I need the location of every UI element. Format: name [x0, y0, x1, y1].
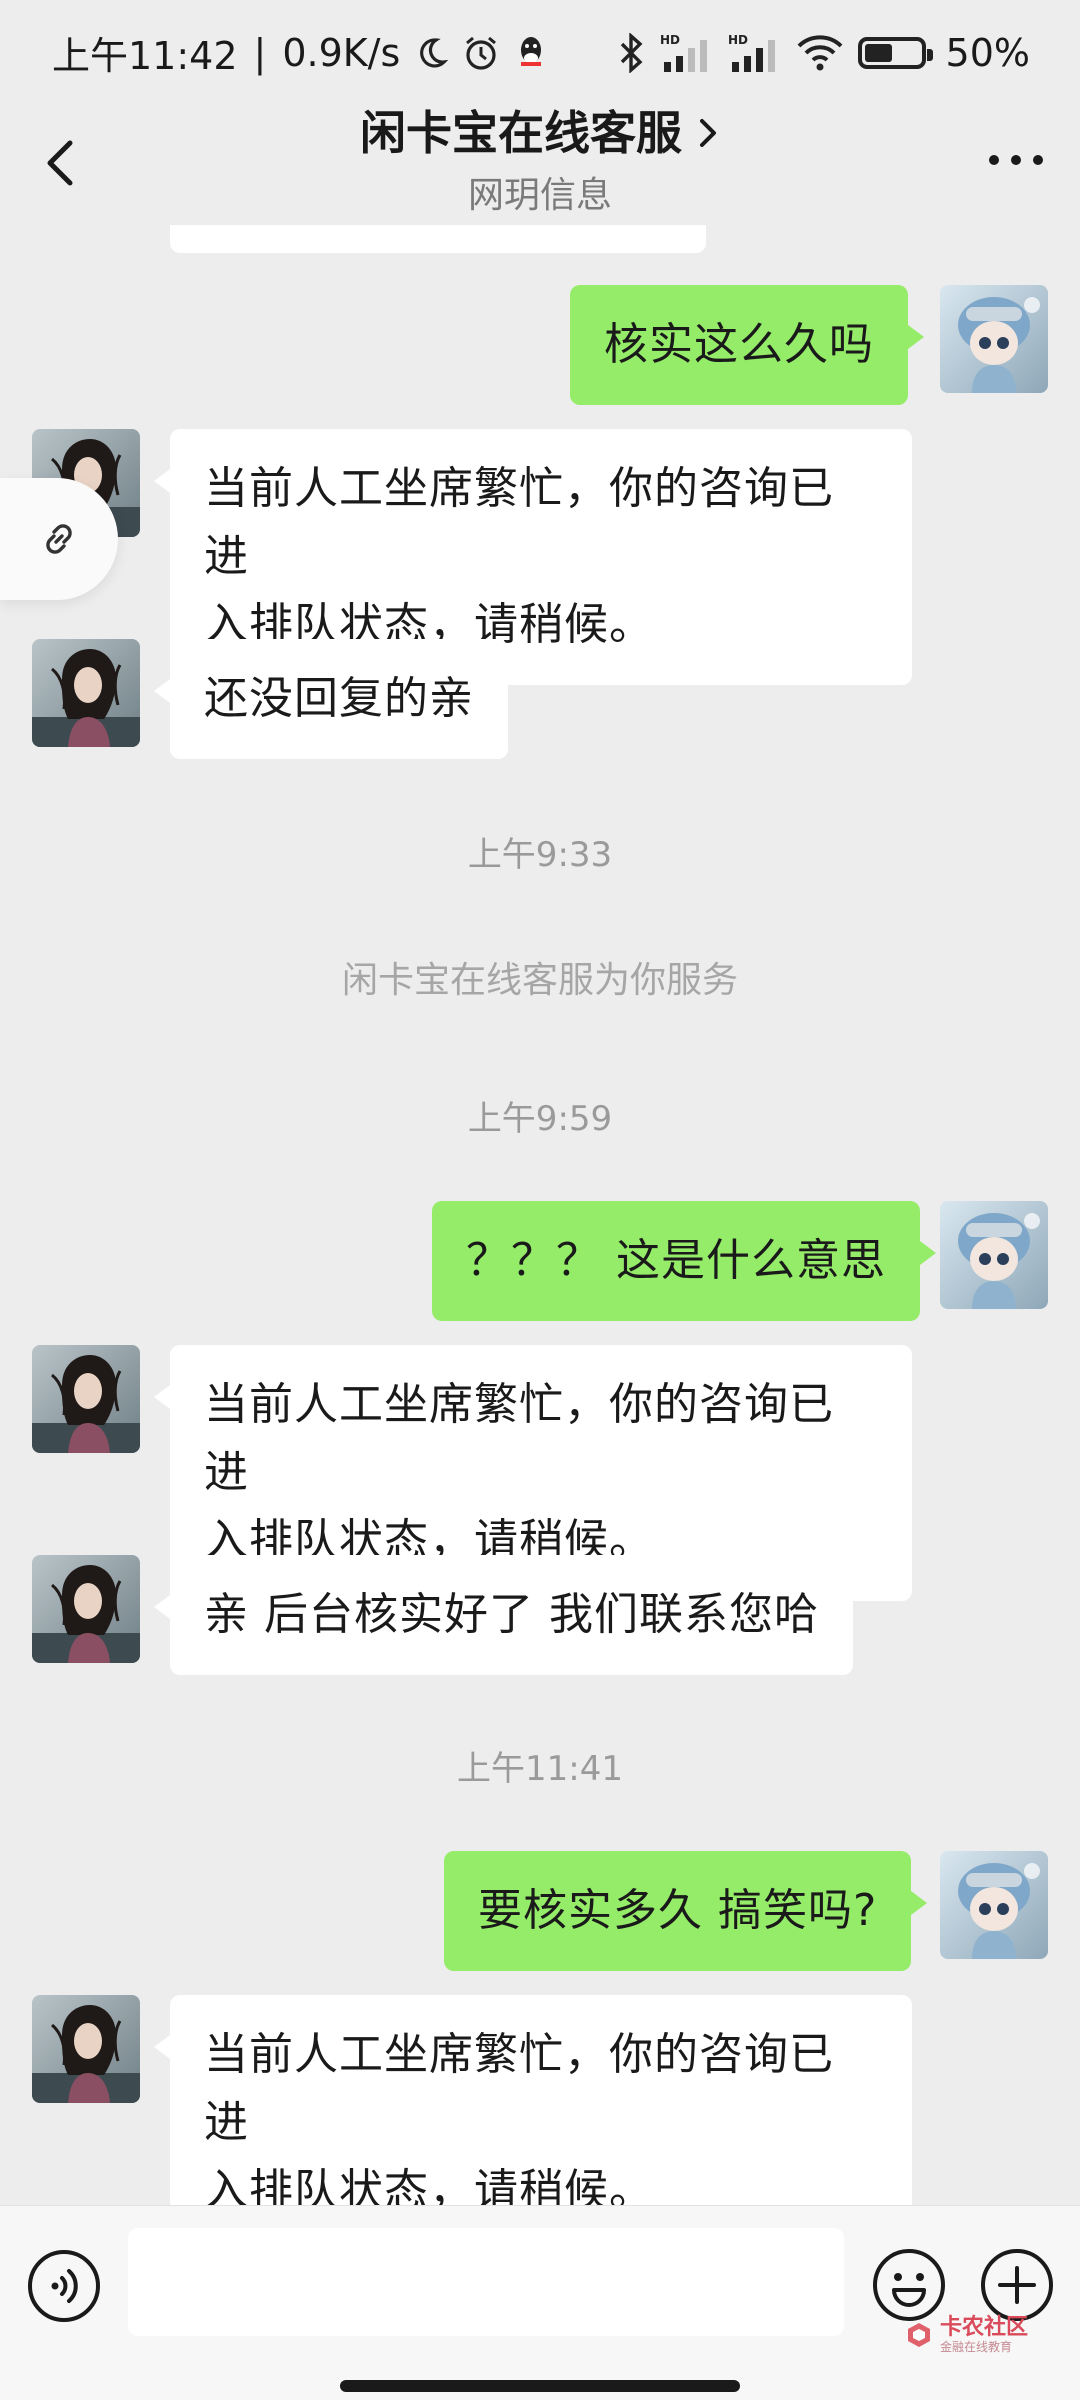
message-bubble-incoming[interactable]: 亲 后台核实好了 我们联系您哈 — [154, 1555, 853, 1675]
chevron-right-icon — [700, 119, 716, 147]
previous-message-bubble — [170, 225, 706, 253]
plus-icon — [981, 2249, 1053, 2321]
message-bubble-outgoing[interactable]: 核实这么久吗 — [570, 285, 924, 405]
message-text: 还没回复的亲 — [204, 673, 474, 724]
chat-subtitle: 网玥信息 — [467, 175, 612, 216]
more-dots-icon — [989, 155, 1043, 165]
chat-header: 闲卡宝在线客服 网玥信息 — [0, 105, 1080, 225]
link-icon — [46, 524, 72, 554]
watermark: 卡农社区 金融在线教育 — [904, 2316, 1028, 2354]
message-timestamp: 上午9:33 — [467, 835, 613, 875]
message-text: ？？？ 这是什么意思 — [466, 1235, 886, 1286]
moon-icon — [414, 36, 449, 70]
watermark-text: 卡农社区 金融在线教育 — [940, 2315, 1029, 2355]
status-left: 上午11:42 | 0.9K/s — [52, 25, 548, 80]
qq-icon — [514, 34, 548, 72]
status-time: 上午11:42 — [52, 34, 238, 78]
home-indicator[interactable] — [340, 2380, 740, 2392]
emoji-icon — [873, 2249, 945, 2321]
status-divider: | — [253, 30, 267, 75]
message-text-line: 当前人工坐席繁忙，你的咨询已进 — [204, 1379, 834, 1498]
message-bubble-outgoing[interactable]: 要核实多久 搞笑吗? — [444, 1851, 928, 1971]
avatar[interactable] — [32, 639, 140, 747]
voice-button[interactable] — [26, 2248, 102, 2324]
message-timestamp: 上午11:41 — [457, 1749, 623, 1789]
signal-hd-icon: HD — [660, 32, 714, 74]
chat-area[interactable]: 核实这么久吗 当前人工坐席繁忙，你的咨询已进 入排队状态，请稍候。 还没回复的亲… — [0, 225, 1080, 2205]
watermark-logo-icon — [908, 2323, 930, 2347]
avatar[interactable] — [32, 1555, 140, 1663]
message-bubble-incoming[interactable]: 当前人工坐席繁忙，你的咨询已进 入排队状态，请稍候。 — [154, 1995, 912, 2205]
message-text: 亲 后台核实好了 我们联系您哈 — [204, 1589, 819, 1640]
message-text-line: 当前人工坐席繁忙，你的咨询已进 — [204, 463, 834, 582]
avatar[interactable] — [940, 1851, 1048, 1959]
more-button[interactable] — [984, 145, 1048, 175]
avatar[interactable] — [940, 285, 1048, 393]
system-message: 闲卡宝在线客服为你服务 — [341, 960, 738, 1001]
status-bar: 上午11:42 | 0.9K/s HD HD 50% — [0, 0, 1080, 105]
battery-icon — [857, 36, 933, 69]
watermark-subtitle: 金融在线教育 — [940, 2340, 1013, 2354]
avatar[interactable] — [940, 1201, 1048, 1309]
chat-title: 闲卡宝在线客服 — [360, 106, 682, 160]
message-text-line: 当前人工坐席繁忙，你的咨询已进 — [204, 2029, 834, 2148]
bluetooth-icon — [616, 32, 646, 73]
chat-title-row[interactable]: 闲卡宝在线客服 — [0, 105, 1080, 161]
battery-percent: 50% — [945, 30, 1030, 75]
network-speed: 0.9K/s — [282, 30, 401, 75]
voice-icon — [28, 2250, 100, 2322]
message-text: 核实这么久吗 — [604, 319, 874, 370]
status-right: HD HD 50% — [616, 31, 1030, 75]
svg-text:HD: HD — [660, 33, 680, 47]
signal-hd-icon: HD — [728, 32, 782, 74]
avatar[interactable] — [32, 1345, 140, 1453]
header-title-block[interactable]: 闲卡宝在线客服 网玥信息 — [0, 105, 1080, 221]
message-bubble-incoming[interactable]: 还没回复的亲 — [154, 639, 508, 759]
avatar[interactable] — [32, 1995, 140, 2103]
alarm-icon — [462, 34, 500, 72]
floating-link-button[interactable] — [0, 478, 118, 600]
message-text-line: 入排队状态，请稍候。 — [204, 2165, 654, 2205]
emoji-button[interactable] — [870, 2246, 948, 2324]
input-bar: 卡农社区 金融在线教育 — [0, 2205, 1080, 2400]
message-timestamp: 上午9:59 — [467, 1099, 613, 1139]
wifi-icon — [796, 34, 844, 72]
message-text: 要核实多久 搞笑吗? — [478, 1885, 878, 1936]
battery-level — [864, 43, 892, 62]
message-bubble-outgoing[interactable]: ？？？ 这是什么意思 — [432, 1201, 936, 1321]
svg-text:HD: HD — [728, 33, 748, 47]
watermark-title: 卡农社区 — [940, 2315, 1029, 2340]
more-functions-button[interactable] — [978, 2246, 1056, 2324]
message-input[interactable] — [128, 2228, 844, 2336]
